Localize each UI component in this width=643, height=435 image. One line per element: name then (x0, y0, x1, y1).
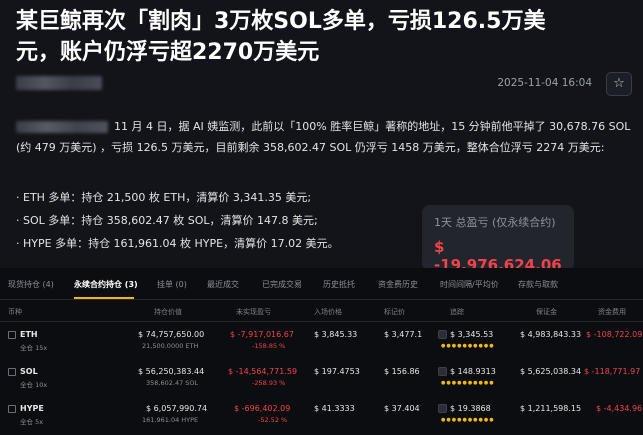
unrealized-pnl: $ -7,917,016.67 (230, 330, 294, 339)
source-name-blurred (16, 121, 108, 133)
pnl-percent: -158.85 % (252, 342, 286, 350)
table-row[interactable]: HYPE 全仓 5x $ 6,057,990.74 161,961.04 HYP… (0, 396, 643, 433)
entry-price: $ 197.4753 (314, 367, 360, 376)
risk-dots: ●●●●●●●●●● (441, 343, 495, 349)
favorite-button[interactable]: ☆ (606, 72, 632, 96)
article: 某巨鲸再次「割肉」3万枚SOL多单，亏损126.5万美 元，账户仍浮亏超2270… (0, 0, 643, 274)
position-value: $ 56,250,383.44 (138, 367, 205, 376)
table-row[interactable]: ETH 全仓 15x $ 74,757,650.00 21,500.0000 E… (0, 322, 643, 359)
mark-price: $ 3,477.1 (384, 330, 423, 339)
coin-name: ETH (20, 330, 38, 339)
meta-row: 2025-11-04 16:04 ☆ (16, 72, 636, 98)
active-tab-indicator (74, 297, 134, 299)
margin: $ 1,211,598.15 (520, 404, 582, 413)
entry-price: $ 41.3333 (314, 404, 355, 413)
bullet-sol: · SOL 多单：持仓 358,602.47 枚 SOL，清算价 147.8 美… (16, 214, 318, 227)
publish-date: 2025-11-04 16:04 (497, 77, 592, 89)
th-mark[interactable]: 标记价 (384, 307, 405, 317)
th-funding[interactable]: 资金费用 (598, 307, 626, 317)
coin-name: HYPE (20, 404, 44, 413)
article-title: 某巨鲸再次「割肉」3万枚SOL多单，亏损126.5万美 元，账户仍浮亏超2270… (16, 6, 616, 68)
coin-name: SOL (20, 367, 38, 376)
tab-perp[interactable]: 永续合约持仓 (3) (74, 279, 138, 290)
funding: $ -108,722.09 (586, 330, 643, 339)
tab-history[interactable]: 历史抵托 (323, 279, 355, 290)
article-body: 11 月 4 日，据 AI 姨监测，此前以「100% 胜率巨鲸」著称的地址，15… (16, 116, 636, 158)
liq-price: $ 148.9313 (450, 367, 496, 376)
funding: $ -4,434.96 (596, 404, 643, 413)
tab-orders[interactable]: 挂单 (0) (157, 279, 187, 290)
th-liq[interactable]: 追踪 (450, 307, 464, 317)
title-line-1: 某巨鲸再次「割肉」3万枚SOL多单，亏损126.5万美 (16, 9, 546, 34)
margin-mode: 全仓 5x (20, 418, 44, 426)
th-margin[interactable]: 保证金 (536, 307, 557, 317)
th-value[interactable]: 持仓价值 (154, 307, 182, 317)
risk-dots: ●●●●●●●●●● (441, 417, 495, 423)
liq-icon (438, 404, 447, 413)
star-icon: ☆ (613, 76, 625, 91)
row-checkbox[interactable] (8, 368, 16, 376)
tab-bar: 现货持仓 (4) 永续合约持仓 (3) 挂单 (0) 最近成交 已完成交易 历史… (0, 268, 643, 300)
unrealized-pnl: $ -14,564,771.59 (228, 367, 298, 376)
tab-funding-history[interactable]: 资金费历史 (378, 279, 418, 290)
margin: $ 5,625,038.34 (520, 367, 582, 376)
tab-spot[interactable]: 现货持仓 (4) (8, 279, 54, 290)
liq-price: $ 3,345.53 (450, 330, 494, 339)
position-qty: 21,500.0000 ETH (142, 342, 199, 350)
tab-recent-trades[interactable]: 最近成交 (207, 279, 239, 290)
positions-panel: 现货持仓 (4) 永续合约持仓 (3) 挂单 (0) 最近成交 已完成交易 历史… (0, 268, 643, 435)
entry-price: $ 3,845.33 (314, 330, 358, 339)
margin: $ 4,983,843.33 (520, 330, 582, 339)
tab-completed[interactable]: 已完成交易 (262, 279, 302, 290)
th-entry[interactable]: 入场价格 (314, 307, 342, 317)
th-pnl[interactable]: 未实现盈亏 (236, 307, 271, 317)
tab-interval[interactable]: 时间间隔/平均价 (440, 279, 499, 290)
row-checkbox[interactable] (8, 405, 16, 413)
pnl-percent: -258.93 % (252, 379, 286, 387)
table-row[interactable]: SOL 全仓 10x $ 56,250,383.44 358,602.47 SO… (0, 359, 643, 396)
position-bullets: · ETH 多单：持仓 21,500 枚 ETH，清算价 3,341.35 美元… (16, 186, 339, 255)
pnl-card: 1天 总盈亏 (仅永续合约) $ -19,976,624.06 (422, 205, 574, 274)
position-qty: 358,602.47 SOL (146, 379, 199, 387)
liq-icon (438, 330, 447, 339)
liq-price: $ 19.3868 (450, 404, 491, 413)
position-qty: 161,961.04 HYPE (142, 416, 199, 424)
row-checkbox[interactable] (8, 331, 16, 339)
bullet-hype: · HYPE 多单：持仓 161,961.04 枚 HYPE，清算价 17.02… (16, 237, 339, 250)
margin-mode: 全仓 10x (20, 381, 48, 389)
position-value: $ 74,757,650.00 (138, 330, 205, 339)
author-avatar-blurred (16, 76, 102, 90)
table-header: 币种 持仓价值 未实现盈亏 入场价格 标记价 追踪 保证金 资金费用 (0, 300, 643, 322)
pnl-percent: -52.52 % (258, 416, 288, 424)
margin-mode: 全仓 15x (20, 344, 48, 352)
pnl-label: 1天 总盈亏 (仅永续合约) (434, 216, 556, 229)
mark-price: $ 37.404 (384, 404, 420, 413)
unrealized-pnl: $ -696,402.09 (234, 404, 291, 413)
position-value: $ 6,057,990.74 (146, 404, 208, 413)
title-line-2: 元，账户仍浮亏超2270万美元 (16, 40, 320, 65)
article-paragraph: 11 月 4 日，据 AI 姨监测，此前以「100% 胜率巨鲸」著称的地址，15… (16, 120, 631, 154)
mark-price: $ 156.86 (384, 367, 420, 376)
bullet-eth: · ETH 多单：持仓 21,500 枚 ETH，清算价 3,341.35 美元… (16, 191, 312, 204)
liq-icon (438, 367, 447, 376)
th-coin[interactable]: 币种 (8, 307, 22, 317)
tab-deposits[interactable]: 存款与取款 (518, 279, 558, 290)
funding: $ -118,771.97 (584, 367, 641, 376)
risk-dots: ●●●●●●●●●● (441, 380, 495, 386)
